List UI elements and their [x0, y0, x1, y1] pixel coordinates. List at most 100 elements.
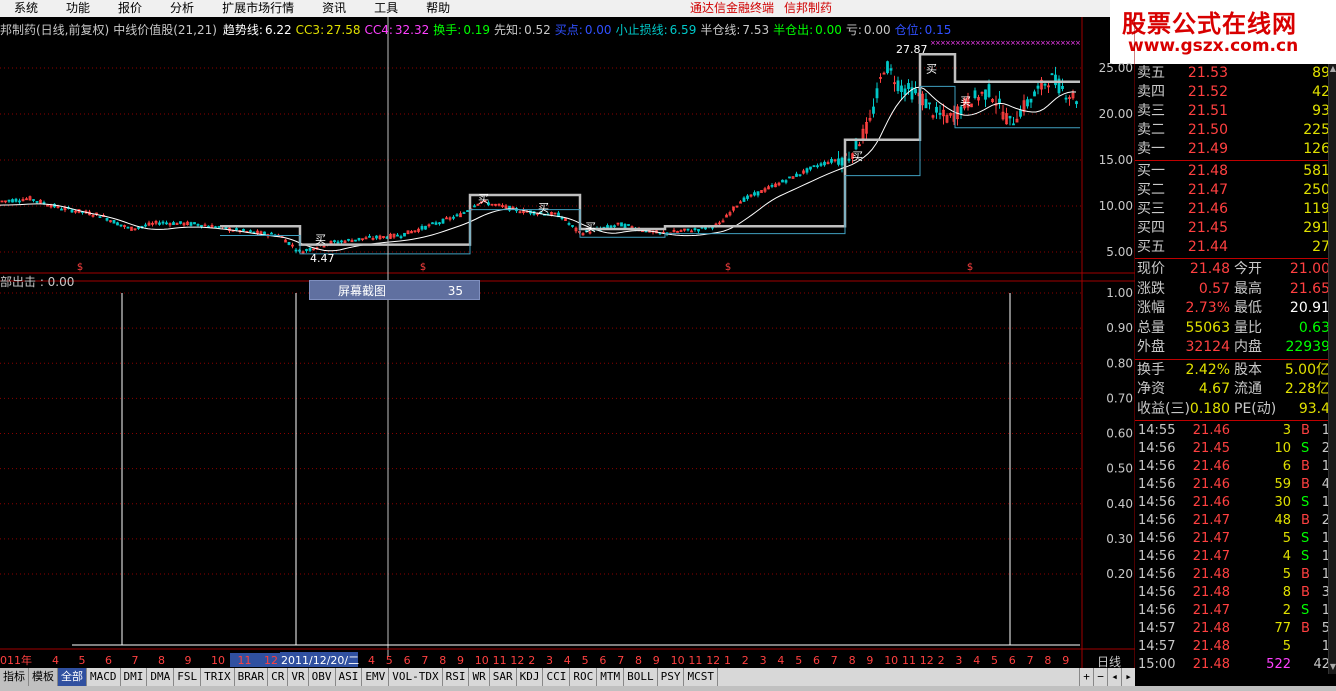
candle-body: [627, 224, 630, 226]
minus-icon[interactable]: −: [1093, 668, 1107, 686]
tab-vr[interactable]: VR: [288, 668, 309, 686]
tab-psy[interactable]: PSY: [658, 668, 685, 686]
menu-item-4[interactable]: 扩展市场行情: [208, 0, 294, 17]
x-tick: 9: [457, 654, 464, 667]
candle-body: [189, 222, 193, 226]
scroll-down-icon[interactable]: ▼: [1329, 662, 1336, 674]
tab-emv[interactable]: EMV: [362, 668, 390, 686]
candle-body: [424, 225, 427, 230]
ask-label: 卖四: [1137, 84, 1165, 100]
candle-body: [441, 218, 445, 224]
chart-area[interactable]: 25.00 20.00 15.00 10.00 5.00 1.00 0.90 0.80 0.70…: [0, 17, 1135, 668]
candlesticks: [0, 60, 1078, 254]
indicator-value-0: 趋势线: 6.22: [222, 23, 292, 37]
tab-指标[interactable]: 指标: [0, 668, 29, 686]
tab-wr[interactable]: WR: [469, 668, 490, 686]
x-tick: 6: [813, 654, 820, 667]
logo-url: www.gszx.com.cn: [1128, 36, 1299, 56]
quote-row: 涨幅 2.73% 最低 20.91: [1135, 299, 1330, 319]
tab-模板[interactable]: 模板: [29, 668, 58, 686]
tab-sar[interactable]: SAR: [490, 668, 517, 686]
x-tick: 2: [528, 654, 535, 667]
bid-volume: 250: [1303, 182, 1330, 198]
menu-item-0[interactable]: 系统: [0, 0, 38, 17]
menu-item-2[interactable]: 报价: [104, 0, 142, 17]
tab-kdj[interactable]: KDJ: [517, 668, 544, 686]
candle-body: [959, 106, 963, 115]
center-link-1[interactable]: 信邦制药: [784, 1, 832, 15]
quote-value: 22939: [1285, 339, 1330, 355]
x-tick: 10: [884, 654, 898, 667]
candle-body: [704, 227, 707, 230]
x-tick: 5: [79, 654, 86, 667]
tab-dmi[interactable]: DMI: [121, 668, 148, 686]
vertical-scrollbar[interactable]: ▲ ▼: [1328, 64, 1336, 674]
tick-time: 14:56: [1138, 477, 1176, 492]
indicator-value-4: 先知: 0.52: [494, 23, 551, 37]
candle-body: [746, 195, 749, 199]
candle-body: [795, 173, 798, 177]
tick-volume: 6: [1282, 459, 1291, 474]
menu-item-6[interactable]: 工具: [360, 0, 398, 17]
candle-body: [420, 226, 424, 230]
plus-icon[interactable]: +: [1079, 668, 1093, 686]
tab-macd[interactable]: MACD: [87, 668, 121, 686]
screenshot-tooltip[interactable]: 屏幕截图 35: [309, 280, 480, 300]
ask-label: 卖一: [1137, 141, 1165, 157]
x-tick: 5: [991, 654, 998, 667]
candle-body: [305, 249, 308, 251]
bid-label: 买五: [1137, 239, 1165, 255]
x-tick: 5: [795, 654, 802, 667]
right-arrow-icon[interactable]: ▸: [1121, 668, 1135, 686]
scroll-up-icon[interactable]: ▲: [1329, 64, 1336, 76]
tab-全部[interactable]: 全部: [58, 668, 87, 686]
quote-value: 93.4: [1298, 400, 1330, 417]
bid-volume: 119: [1303, 201, 1330, 217]
candle-body: [7, 199, 11, 202]
candle-body: [242, 228, 245, 232]
x-tick: 7: [132, 654, 139, 667]
bid-row: 买一 21.48 581: [1135, 162, 1330, 181]
ask-price: 21.51: [1187, 103, 1228, 119]
x-tick: 7: [831, 654, 838, 667]
tab-vol-tdx[interactable]: VOL-TDX: [389, 668, 443, 686]
tab-trix[interactable]: TRIX: [201, 668, 235, 686]
tab-obv[interactable]: OBV: [309, 668, 336, 686]
menu-item-5[interactable]: 资讯: [308, 0, 346, 17]
candle-body: [116, 222, 119, 226]
tab-boll[interactable]: BOLL: [624, 668, 658, 686]
menu-item-1[interactable]: 功能: [52, 0, 90, 17]
tab-brar[interactable]: BRAR: [235, 668, 269, 686]
tab-rsi[interactable]: RSI: [443, 668, 470, 686]
tick-volume: 5: [1282, 531, 1291, 546]
tab-dma[interactable]: DMA: [147, 668, 175, 686]
tab-cr[interactable]: CR: [268, 668, 289, 686]
tick-time: 14:57: [1138, 639, 1176, 654]
tick-volume: 10: [1274, 441, 1291, 456]
tab-roc[interactable]: ROC: [570, 668, 598, 686]
quote-value: 2.28亿: [1284, 381, 1330, 397]
tab-fsl[interactable]: FSL: [174, 668, 202, 686]
menu-item-3[interactable]: 分析: [156, 0, 194, 17]
high-label: 27.87: [896, 43, 928, 56]
candle-body: [837, 158, 840, 165]
tab-cci[interactable]: CCI: [543, 668, 571, 686]
tick-time: 14:56: [1138, 495, 1176, 510]
candle-body: [998, 98, 1001, 104]
candle-body: [336, 241, 340, 244]
candle-body: [105, 218, 109, 221]
candle-body: [812, 165, 816, 168]
tab-mtm[interactable]: MTM: [597, 668, 625, 686]
quote-label: 内盘: [1234, 339, 1262, 355]
candle-body: [11, 199, 14, 203]
tick-row: 14:56 21.47 48 B 2: [1135, 512, 1330, 530]
indicator-name: 中线价值股(21,21): [113, 23, 217, 37]
candle-body: [340, 240, 343, 243]
tab-asi[interactable]: ASI: [336, 668, 363, 686]
left-arrow-icon[interactable]: ◂: [1107, 668, 1121, 686]
indicator-value-1: CC3: 27.58: [295, 23, 361, 37]
center-link-0[interactable]: 通达信金融终端: [690, 1, 774, 15]
tick-price: 21.47: [1192, 513, 1230, 528]
menu-item-7[interactable]: 帮助: [412, 0, 450, 17]
tab-mcst[interactable]: MCST: [684, 668, 718, 686]
